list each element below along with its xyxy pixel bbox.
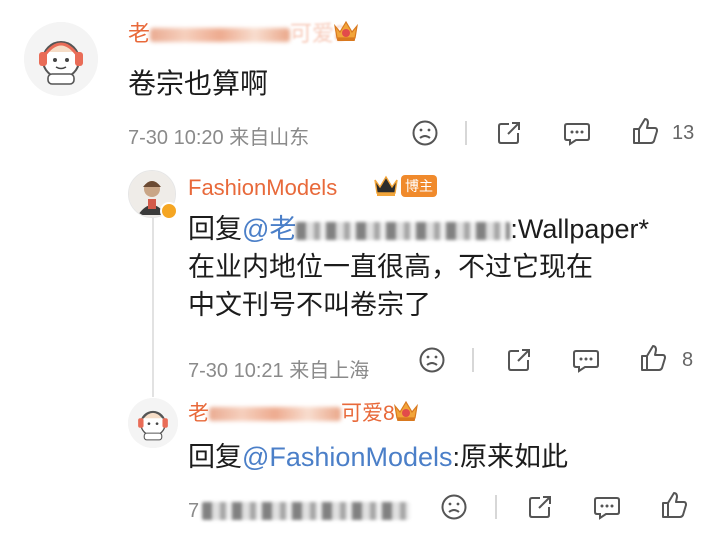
mention-redaction: [296, 221, 511, 240]
thumbs-up-icon[interactable]: [630, 116, 660, 146]
crown-icon: [394, 400, 418, 421]
share-icon[interactable]: [526, 493, 554, 521]
sad-face-icon[interactable]: [418, 346, 446, 374]
date: 7: [188, 500, 200, 522]
blogger-name[interactable]: FashionModels: [188, 175, 337, 201]
name-redaction: [150, 28, 291, 43]
like-count: 13: [672, 122, 695, 144]
location: 来自上海: [289, 360, 370, 382]
name-suffix: 可爱8: [341, 402, 395, 425]
crown-icon: [334, 20, 358, 41]
comment-text: 卷宗也算啊: [128, 68, 269, 99]
name-visible: 老: [188, 402, 209, 425]
reply-line-2: 在业内地位一直很高，不过它现在: [188, 252, 593, 282]
date: 7-30 10:20: [128, 127, 224, 149]
reply-timestamp: 7: [188, 500, 199, 523]
avatar-illustration: [24, 22, 98, 96]
reply-line-1: 回复@老:Wallpaper*: [188, 210, 708, 248]
reply-prefix: 回复: [188, 214, 242, 244]
reply-text: 回复@老:Wallpaper* 在业内地位一直很高，不过它现在 中文刊号不叫卷宗…: [188, 210, 708, 324]
like-count: 8: [682, 349, 694, 371]
comment-icon[interactable]: [562, 119, 592, 147]
reply-timestamp: 7-30 10:21 来自上海: [188, 354, 369, 383]
verified-badge: [160, 202, 178, 220]
commenter-avatar[interactable]: [24, 22, 98, 96]
date: 7-30 10:21: [188, 360, 284, 382]
thumbs-up-icon[interactable]: [638, 343, 668, 373]
commenter-name[interactable]: 老可爱8: [128, 16, 346, 48]
name-redaction: [209, 407, 341, 422]
commenter-avatar[interactable]: [128, 398, 178, 448]
share-icon[interactable]: [505, 346, 533, 374]
mention-tail: :Wallpaper*: [510, 214, 649, 244]
mention-link[interactable]: @FashionModels: [242, 442, 453, 472]
location: 来自山东: [229, 127, 310, 149]
crown-icon: [374, 175, 398, 196]
mention-link[interactable]: @老: [242, 214, 511, 244]
thumbs-up-icon[interactable]: [659, 490, 689, 520]
timestamp-redaction: [202, 502, 410, 520]
reply-line-3: 中文刊号不叫卷宗了: [188, 290, 431, 320]
comment-timestamp: 7-30 10:20 来自山东: [128, 121, 309, 150]
comment-icon[interactable]: [571, 346, 601, 374]
sad-face-icon[interactable]: [440, 493, 468, 521]
reply-body: :原来如此: [452, 442, 569, 472]
action-divider: [465, 121, 467, 145]
action-divider: [472, 348, 474, 372]
commenter-name[interactable]: 老 可爱8: [188, 397, 395, 427]
action-divider: [495, 495, 497, 519]
blogger-badge: 博主: [373, 174, 437, 198]
sad-face-icon[interactable]: [411, 119, 439, 147]
comment-icon[interactable]: [592, 493, 622, 521]
name-visible: 老: [128, 21, 151, 46]
reply-prefix: 回复: [188, 442, 242, 472]
blogger-label: 博主: [401, 175, 437, 197]
reply-text: 回复@FashionModels:原来如此: [188, 438, 568, 476]
share-icon[interactable]: [495, 119, 523, 147]
avatar-illustration: [128, 398, 178, 448]
